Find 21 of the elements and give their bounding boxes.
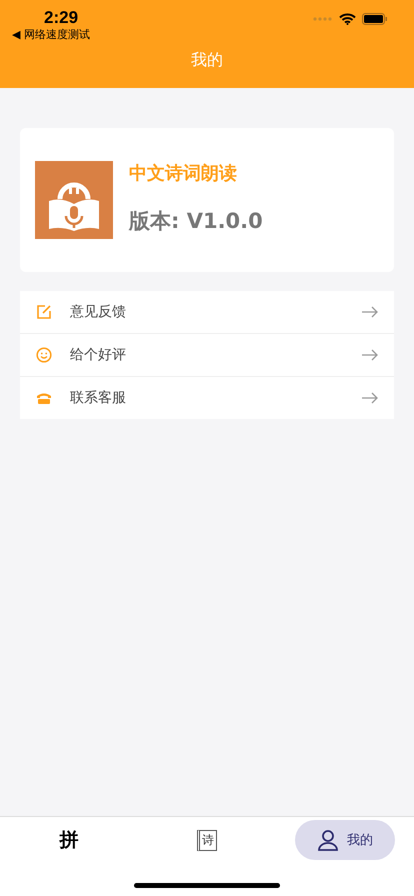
battery-icon	[362, 13, 388, 25]
arrow-right-icon	[361, 306, 378, 318]
smiley-icon	[36, 347, 52, 363]
edit-icon	[36, 304, 52, 320]
arrow-right-icon	[361, 392, 378, 404]
version-label: 版本: V1.0.0	[129, 208, 263, 235]
wifi-icon	[339, 13, 356, 25]
status-time: 2:29	[44, 8, 78, 28]
tab-item[interactable]: 我的	[295, 820, 395, 860]
tab-item[interactable]: 拼	[46, 820, 92, 860]
menu-item[interactable]: 联系客服	[20, 377, 394, 419]
tab-item[interactable]: 诗	[183, 820, 231, 860]
person-icon	[317, 829, 339, 851]
page-title: 我的	[191, 50, 223, 70]
menu-item[interactable]: 给个好评	[20, 334, 394, 377]
app-name: 中文诗词朗读	[129, 162, 238, 185]
back-link[interactable]: ◀ 网络速度测试	[12, 28, 90, 42]
arrow-right-icon	[361, 349, 378, 361]
signal-icon	[313, 17, 333, 21]
app-logo-icon	[35, 161, 113, 239]
menu-item[interactable]: 意见反馈	[20, 291, 394, 334]
